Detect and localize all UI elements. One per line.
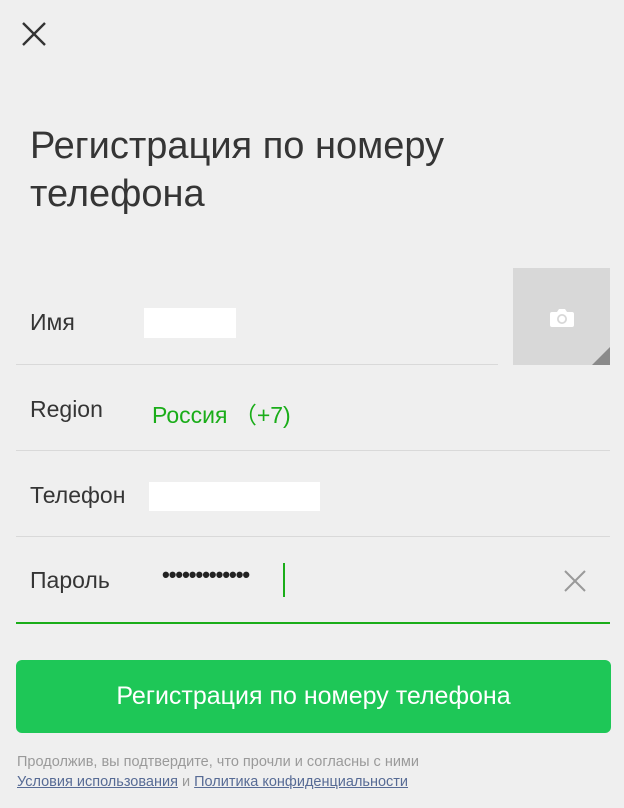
name-label: Имя — [30, 309, 75, 335]
password-input[interactable]: ••••••••••••• — [162, 562, 250, 588]
close-icon — [22, 22, 46, 46]
phone-input[interactable] — [149, 482, 320, 511]
clear-password-button[interactable] — [561, 567, 589, 595]
name-divider — [16, 364, 498, 365]
privacy-policy-link[interactable]: Политика конфиденциальности — [194, 774, 408, 790]
password-label: Пароль — [30, 567, 110, 593]
terms-conjunction: и — [177, 774, 195, 790]
region-label: Region — [30, 396, 103, 422]
camera-icon — [550, 309, 574, 327]
terms-line: Условия использования и Политика конфиде… — [17, 771, 408, 793]
page-title: Регистрация по номеру телефона — [30, 125, 445, 215]
disclaimer-text: Продолжив, вы подтвердите, что прочли и … — [17, 754, 419, 770]
password-active-underline — [16, 622, 610, 624]
clear-icon — [564, 570, 586, 592]
region-divider — [16, 450, 610, 451]
terms-of-use-link[interactable]: Условия использования — [17, 774, 178, 790]
avatar-upload-button[interactable] — [513, 268, 610, 365]
close-button[interactable] — [14, 14, 54, 54]
phone-label: Телефон — [30, 482, 126, 508]
name-input[interactable] — [144, 308, 236, 338]
phone-divider — [16, 536, 610, 537]
region-selector[interactable]: Россия （+7) — [152, 396, 291, 430]
avatar-corner-indicator — [592, 347, 610, 365]
text-caret — [283, 563, 285, 597]
register-button[interactable]: Регистрация по номеру телефона — [16, 660, 611, 733]
